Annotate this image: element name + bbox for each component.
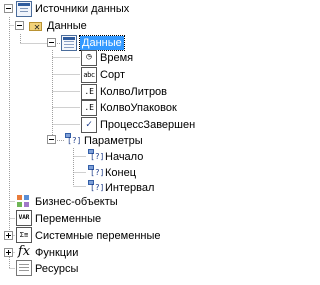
- tree-item-parameters[interactable]: Параметры: [82, 134, 145, 148]
- tree-item-functions[interactable]: Функции: [33, 246, 80, 260]
- tree-item-table-data[interactable]: Данные: [79, 35, 125, 51]
- parameter-icon: [87, 148, 104, 164]
- expand-toggle-functions[interactable]: [4, 248, 13, 257]
- tree-item-data-sources[interactable]: Источники данных: [33, 2, 131, 16]
- number-icon: .E: [81, 100, 97, 116]
- parameter-icon: [87, 164, 104, 180]
- tree-item-variables[interactable]: Переменные: [33, 212, 103, 226]
- tree-item-system-variables[interactable]: Системные переменные: [33, 229, 163, 243]
- dictionary-tree[interactable]: Источники данных Данные Данные ◷ Время a…: [0, 0, 317, 285]
- collapse-toggle-table[interactable]: [47, 38, 56, 47]
- resources-icon: [16, 260, 32, 276]
- collapse-toggle-parameters[interactable]: [47, 135, 56, 144]
- collapse-toggle-connection[interactable]: [15, 21, 24, 30]
- table-icon: [61, 35, 77, 51]
- business-objects-icon: [16, 193, 32, 209]
- variable-icon: VAR: [16, 210, 32, 226]
- parameters-icon: [64, 132, 81, 148]
- tree-item-column-packages[interactable]: КолвоУпаковок: [98, 101, 179, 115]
- folder-delete-icon: [28, 18, 44, 34]
- collapse-toggle-root[interactable]: [4, 4, 13, 13]
- tree-item-column-liters[interactable]: КолвоЛитров: [98, 85, 169, 99]
- expand-toggle-system-variables[interactable]: [4, 231, 13, 240]
- boolean-icon: ✓: [81, 117, 97, 133]
- tree-item-param-start[interactable]: Начало: [103, 150, 145, 164]
- function-icon: fx: [17, 244, 31, 259]
- tree-item-param-interval[interactable]: Интервал: [103, 181, 156, 195]
- parameter-icon: [87, 179, 104, 195]
- tree-item-connection-data[interactable]: Данные: [45, 19, 89, 33]
- tree-item-column-process-done[interactable]: ПроцессЗавершен: [98, 118, 197, 132]
- string-icon: abc: [81, 67, 97, 83]
- tree-item-param-end[interactable]: Конец: [103, 166, 138, 180]
- tree-item-business-objects[interactable]: Бизнес-объекты: [33, 195, 120, 209]
- tree-item-resources[interactable]: Ресурсы: [33, 262, 80, 276]
- tree-item-column-sort[interactable]: Сорт: [98, 68, 127, 82]
- number-icon: .E: [81, 84, 97, 100]
- datasource-icon: [16, 1, 32, 17]
- time-icon: ◷: [81, 50, 97, 66]
- system-variable-icon: Σ≡: [16, 227, 32, 243]
- tree-item-column-time[interactable]: Время: [98, 51, 135, 65]
